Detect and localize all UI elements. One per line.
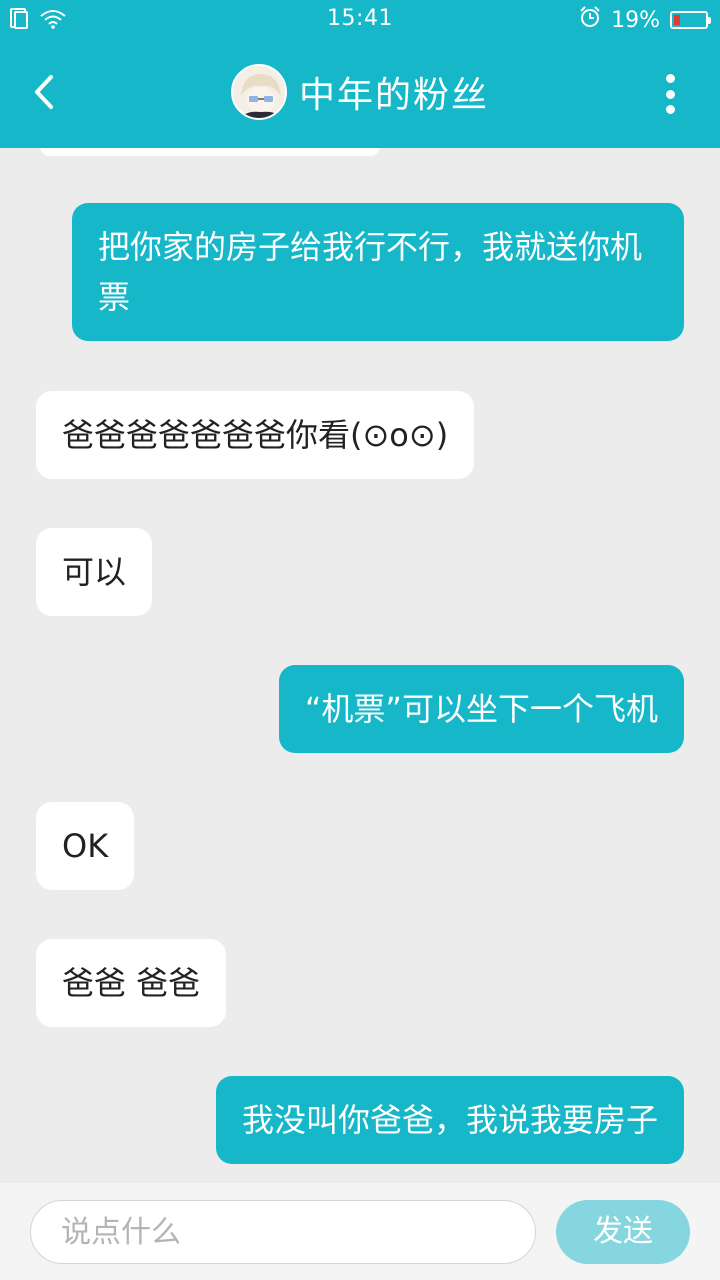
message-bubble-incoming[interactable]: 爸爸爸爸爸爸爸你看(⊙o⊙) xyxy=(36,391,475,479)
message-bubble-outgoing[interactable]: 我没叫你爸爸，我说我要房子 xyxy=(215,1076,684,1164)
chat-header: 中年的粉丝 xyxy=(0,38,720,148)
page-title: 中年的粉丝 xyxy=(298,75,489,116)
status-bar: 15:41 19% xyxy=(0,0,720,38)
message-bubble-incoming[interactable]: 爸爸 爸爸 xyxy=(36,939,227,1027)
more-vertical-icon xyxy=(665,74,675,83)
composer-bar: 发送 xyxy=(0,1183,720,1280)
battery-level xyxy=(674,15,680,25)
more-button[interactable] xyxy=(660,74,680,114)
message-list[interactable]: 把你家的房子给我行不行，我就送你机票 爸爸爸爸爸爸爸你看(⊙o⊙) 可以 “机票… xyxy=(0,148,720,1183)
alarm-icon xyxy=(579,6,601,34)
battery-percent: 19% xyxy=(611,7,660,33)
message-input[interactable] xyxy=(30,1200,536,1264)
send-button[interactable]: 发送 xyxy=(556,1200,690,1264)
message-bubble-outgoing[interactable]: 把你家的房子给我行不行，我就送你机票 xyxy=(72,203,684,341)
message-bubble-outgoing[interactable]: “机票”可以坐下一个飞机 xyxy=(278,665,684,753)
message-bubble-partial xyxy=(40,148,380,156)
status-right: 19% xyxy=(579,6,711,34)
battery-icon xyxy=(670,11,711,29)
message-bubble-incoming[interactable]: 可以 xyxy=(36,528,153,616)
message-bubble-incoming[interactable]: OK xyxy=(36,802,135,890)
avatar[interactable] xyxy=(230,64,287,120)
title-group: 中年的粉丝 xyxy=(0,64,720,120)
